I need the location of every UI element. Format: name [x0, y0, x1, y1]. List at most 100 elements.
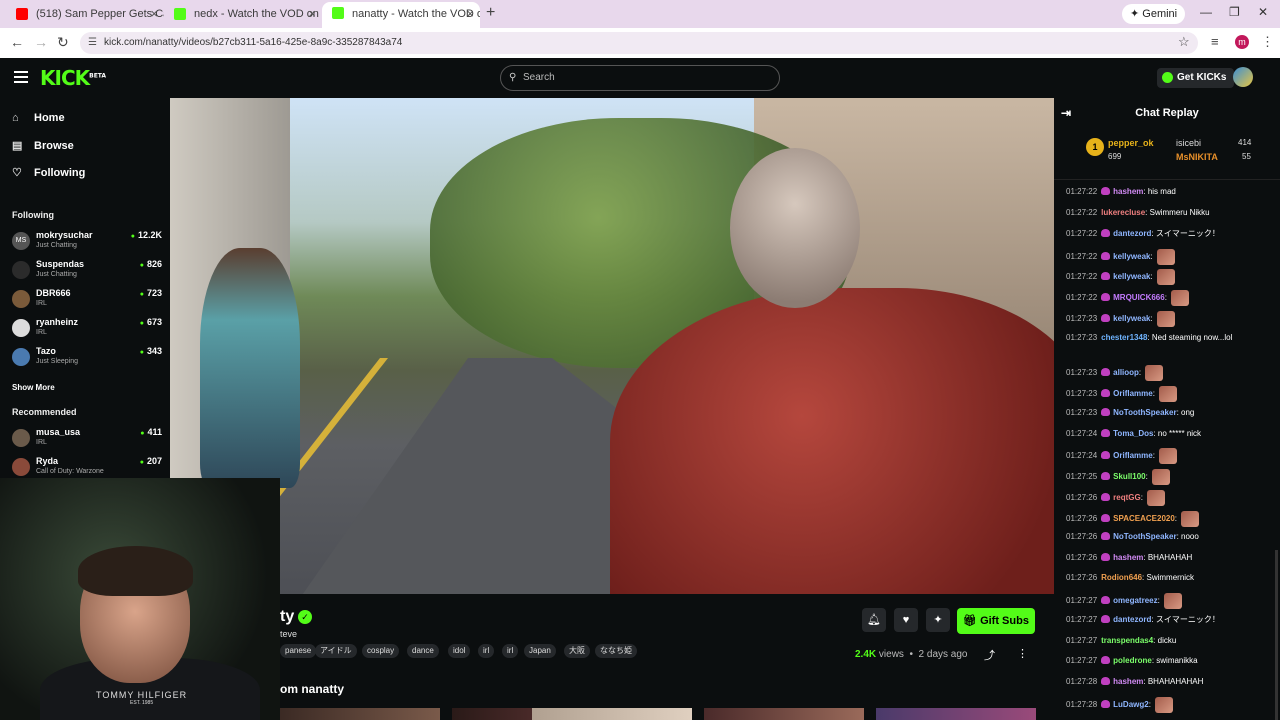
more-options-icon[interactable]: ⋮ [1017, 647, 1028, 660]
chat-username[interactable]: hashem [1113, 187, 1143, 196]
close-tab-icon[interactable]: × [466, 2, 474, 26]
chat-username[interactable]: dantezord [1113, 229, 1151, 238]
chat-username[interactable]: hashem [1113, 677, 1143, 686]
new-tab-icon[interactable]: + [486, 4, 495, 22]
browser-tab[interactable]: (518) Sam Pepper Gets Called C... × [6, 3, 164, 25]
chat-username[interactable]: dantezord [1113, 615, 1151, 624]
get-kicks-button[interactable]: Get KICKs [1157, 68, 1235, 88]
followed-channel[interactable]: MS mokrysuchar Just Chatting 12.2K [12, 230, 162, 258]
clip-sparkle-icon[interactable]: ✦ [926, 608, 950, 632]
chat-username[interactable]: Rodion646 [1101, 573, 1142, 582]
close-tab-icon[interactable]: × [308, 3, 316, 25]
tag[interactable]: 大阪 [564, 644, 590, 658]
video-thumbnail[interactable] [876, 708, 1036, 720]
separator: : [1145, 472, 1151, 482]
tag[interactable]: idol [448, 644, 471, 658]
url-field[interactable]: ☰ kick.com/nanatty/videos/b27cb311-5a16-… [80, 32, 1198, 54]
close-window-icon[interactable]: ✕ [1258, 5, 1268, 19]
bookmark-star-icon[interactable]: ☆ [1178, 34, 1190, 50]
chat-username[interactable]: hashem [1113, 553, 1143, 562]
recommended-channel[interactable]: musa_usa IRL 411 [12, 427, 162, 455]
chat-username[interactable]: reqtGG [1113, 493, 1141, 502]
followed-channel[interactable]: DBR666 IRL 723 [12, 288, 162, 316]
video-thumbnail[interactable] [280, 708, 440, 720]
tag[interactable]: Japan [524, 644, 556, 658]
followed-channel[interactable]: Tazo Just Sleeping 343 [12, 346, 162, 374]
chat-username[interactable]: SPACEACE2020 [1113, 514, 1175, 523]
share-icon[interactable]: ⤴ [984, 647, 995, 663]
nav-browse[interactable]: ▤ Browse [12, 139, 74, 152]
tag[interactable]: アイドル [315, 644, 357, 658]
subscriber-badge-icon [1101, 252, 1111, 261]
gifter-name[interactable]: isicebi [1176, 138, 1201, 148]
browser-tab[interactable]: nedx - Watch the VOD on Kick × [164, 3, 322, 25]
close-tab-icon[interactable]: × [150, 3, 158, 25]
menu-kebab-icon[interactable]: ⋮ [1261, 34, 1274, 50]
search-input[interactable]: ⚲ Search [500, 65, 780, 91]
chat-username[interactable]: kellyweak [1113, 252, 1150, 261]
hamburger-menu-icon[interactable] [14, 71, 28, 83]
chat-message: 01:27:27 omegatreez: [1066, 593, 1272, 609]
tag[interactable]: dance [407, 644, 439, 658]
chat-username[interactable]: lukerecluse [1101, 208, 1145, 217]
chat-username[interactable]: chester1348 [1101, 333, 1147, 342]
video-thumbnail[interactable] [532, 708, 692, 720]
tag[interactable]: cosplay [362, 644, 400, 658]
tab-title: (518) Sam Pepper Gets Called C... [36, 8, 164, 20]
gift-subs-button[interactable]: 🎁︎ Gift Subs [957, 608, 1035, 634]
chat-username[interactable]: LuDawg2 [1113, 700, 1149, 709]
video-player[interactable] [170, 98, 1054, 594]
viewer-count: 411 [140, 427, 162, 437]
chat-username[interactable]: transpendas4 [1101, 636, 1153, 645]
chat-message: 01:27:25 Skull100: [1066, 469, 1272, 485]
maximize-icon[interactable]: ❐ [1229, 5, 1240, 19]
chat-username[interactable]: NoToothSpeaker [1113, 532, 1176, 541]
video-thumbnail[interactable] [704, 708, 864, 720]
chat-username[interactable]: kellyweak [1113, 314, 1150, 323]
chat-username[interactable]: Oriflamme [1113, 451, 1153, 460]
stream-info: ty ✓ teve panese アイドル cosplay dance idol… [280, 594, 1054, 720]
chat-username[interactable]: poledrone [1113, 656, 1152, 665]
chat-username[interactable]: MRQUICK666 [1113, 293, 1165, 302]
notification-bell-icon[interactable]: 🔔︎ [862, 608, 886, 632]
show-more-link[interactable]: Show More [12, 383, 55, 392]
separator: : [1152, 451, 1158, 461]
followed-channel[interactable]: ryanheinz IRL 673 [12, 317, 162, 345]
browser-tab-active[interactable]: nanatty - Watch the VOD o... × [322, 2, 480, 28]
kick-logo[interactable]: KICKBETA [40, 66, 106, 90]
chat-username[interactable]: Oriflamme [1113, 389, 1153, 398]
tag[interactable]: ななち姫 [595, 644, 637, 658]
chat-message: 01:27:22 lukerecluse: Swimmeru Nikku [1066, 207, 1272, 218]
nav-label: Following [34, 167, 86, 179]
chat-scrollbar[interactable] [1275, 550, 1278, 720]
tag[interactable]: panese [280, 644, 317, 658]
streamer-name[interactable]: ty [280, 608, 294, 626]
follow-heart-icon[interactable]: ♥ [894, 608, 918, 632]
user-avatar[interactable] [1233, 67, 1253, 87]
channel-avatar [12, 348, 30, 366]
chat-username[interactable]: Toma_Dos [1113, 429, 1153, 438]
tag[interactable]: irl [502, 644, 519, 658]
chat-username[interactable]: NoToothSpeaker [1113, 408, 1176, 417]
forward-icon[interactable]: → [34, 34, 48, 50]
message-time: 01:27:23 [1066, 408, 1098, 417]
back-icon[interactable]: ← [10, 34, 24, 50]
message-time: 01:27:22 [1066, 293, 1098, 303]
tag[interactable]: irl [478, 644, 495, 658]
gifter-name[interactable]: pepper_ok [1108, 138, 1154, 148]
nav-following[interactable]: ♡ Following [12, 166, 85, 179]
minimize-icon[interactable]: — [1200, 5, 1212, 19]
gifter-name[interactable]: MsNIKITA [1176, 152, 1218, 162]
nav-home[interactable]: ⌂ Home [12, 112, 65, 124]
followed-channel[interactable]: Suspendas Just Chatting 826 [12, 259, 162, 287]
reload-icon[interactable]: ↻ [57, 34, 69, 51]
chat-username[interactable]: Skull100 [1113, 472, 1145, 481]
collapse-chat-icon[interactable]: ⇥ [1061, 98, 1071, 128]
chat-username[interactable]: omegatreez [1113, 596, 1157, 605]
gemini-button[interactable]: ✦ Gemini [1122, 4, 1186, 24]
chat-username[interactable]: allioop [1113, 368, 1139, 377]
browser-profile-avatar[interactable]: m [1235, 35, 1249, 49]
reading-list-icon[interactable]: ≡ [1211, 34, 1219, 49]
site-info-icon[interactable]: ☰ [88, 32, 97, 54]
chat-username[interactable]: kellyweak [1113, 272, 1150, 281]
